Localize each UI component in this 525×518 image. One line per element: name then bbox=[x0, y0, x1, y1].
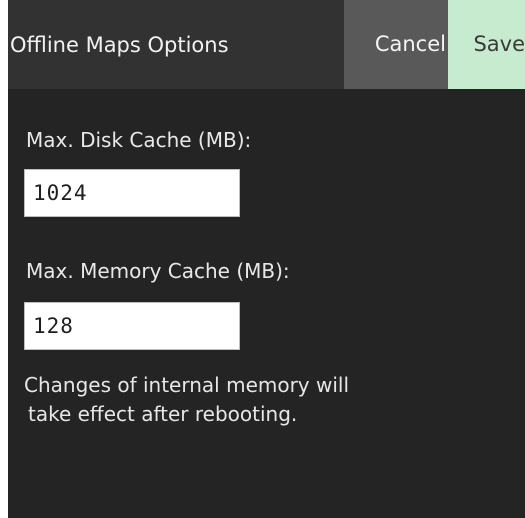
cancel-button[interactable]: Cancel bbox=[344, 0, 448, 89]
dialog-title: Offline Maps Options bbox=[10, 33, 229, 57]
memory-cache-label: Max. Memory Cache (MB): bbox=[26, 259, 290, 283]
memory-cache-input[interactable] bbox=[24, 302, 240, 350]
offline-maps-options-dialog: Offline Maps Options Cancel Save Max. Di… bbox=[8, 0, 525, 518]
save-button[interactable]: Save bbox=[448, 0, 525, 89]
reboot-note-line-2: take effect after rebooting. bbox=[28, 402, 298, 426]
dialog-header: Offline Maps Options Cancel Save bbox=[8, 0, 525, 89]
reboot-note: Changes of internal memory will take eff… bbox=[24, 371, 349, 429]
reboot-note-line-1: Changes of internal memory will bbox=[24, 373, 350, 397]
disk-cache-input[interactable] bbox=[24, 169, 240, 217]
disk-cache-label: Max. Disk Cache (MB): bbox=[26, 128, 252, 152]
